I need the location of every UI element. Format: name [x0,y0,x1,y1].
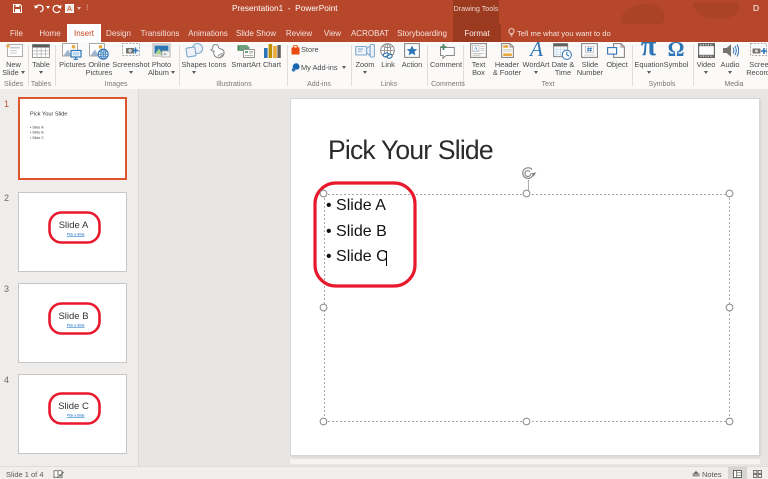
svg-text:A: A [67,6,72,13]
svg-text:A: A [473,46,478,53]
